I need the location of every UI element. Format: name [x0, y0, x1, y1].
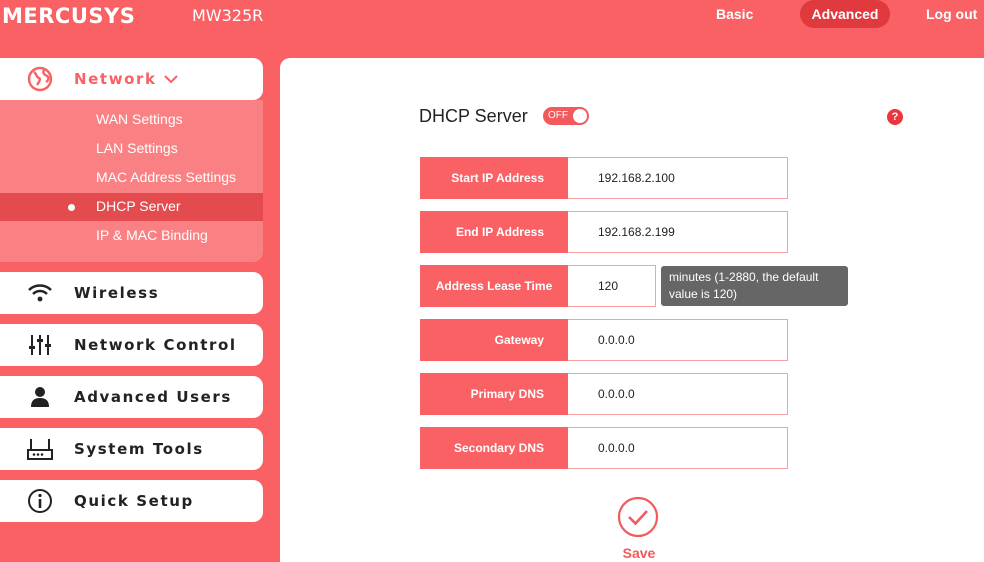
nav-basic[interactable]: Basic	[716, 0, 753, 28]
lease-time-input[interactable]	[568, 265, 656, 307]
toggle-knob	[573, 109, 587, 123]
submenu-lan-settings[interactable]: LAN Settings	[96, 140, 178, 156]
info-icon	[26, 489, 54, 513]
chevron-down-icon	[164, 71, 178, 89]
nav-advanced[interactable]: Advanced	[800, 0, 890, 28]
sidebar-item-label: Quick Setup	[74, 492, 194, 510]
secondary-dns-input[interactable]	[568, 427, 788, 469]
sidebar-item-label: Wireless	[74, 284, 160, 302]
toggle-text: OFF	[548, 110, 568, 121]
sliders-icon	[26, 333, 54, 357]
sidebar-item-quick-setup[interactable]: Quick Setup	[0, 480, 263, 522]
submenu-dhcp-server[interactable]: DHCP Server	[96, 198, 181, 214]
content-panel	[280, 58, 984, 562]
globe-icon	[26, 66, 54, 92]
gateway-row: Gateway	[420, 319, 788, 361]
sidebar-item-label: Network	[74, 70, 157, 88]
nav-logout[interactable]: Log out	[926, 0, 977, 28]
secondary-dns-row: Secondary DNS	[420, 427, 788, 469]
primary-dns-input[interactable]	[568, 373, 788, 415]
save-button[interactable]	[617, 496, 659, 538]
active-dot-icon	[68, 204, 75, 211]
sidebar-item-label: Network Control	[74, 336, 237, 354]
checkmark-circle-icon	[617, 496, 659, 538]
router-icon	[26, 437, 54, 461]
dhcp-toggle[interactable]: OFF	[543, 107, 589, 125]
sidebar-item-advanced-users[interactable]: Advanced Users	[0, 376, 263, 418]
page-title: DHCP Server	[419, 106, 528, 126]
brand-logo: MERCUSYS	[2, 4, 136, 28]
end-ip-label: End IP Address	[420, 211, 568, 253]
sidebar-item-label: System Tools	[74, 440, 204, 458]
sidebar-item-network[interactable]: Network	[0, 58, 263, 100]
lease-time-hint: minutes (1-2880, the default value is 12…	[661, 266, 848, 306]
start-ip-input[interactable]	[568, 157, 788, 199]
model-name: MW325R	[192, 6, 264, 25]
sidebar-item-system-tools[interactable]: System Tools	[0, 428, 263, 470]
sidebar-item-network-control[interactable]: Network Control	[0, 324, 263, 366]
gateway-label: Gateway	[420, 319, 568, 361]
end-ip-input[interactable]	[568, 211, 788, 253]
lease-time-label: Address Lease Time	[420, 265, 568, 307]
help-icon[interactable]: ?	[887, 109, 903, 125]
secondary-dns-label: Secondary DNS	[420, 427, 568, 469]
save-label[interactable]: Save	[618, 545, 660, 561]
end-ip-row: End IP Address	[420, 211, 788, 253]
submenu-ip-mac-binding[interactable]: IP & MAC Binding	[96, 227, 208, 243]
primary-dns-row: Primary DNS	[420, 373, 788, 415]
submenu-mac-address-settings[interactable]: MAC Address Settings	[96, 169, 236, 185]
wifi-icon	[26, 281, 54, 305]
sidebar-item-label: Advanced Users	[74, 388, 232, 406]
user-icon	[26, 385, 54, 409]
start-ip-row: Start IP Address	[420, 157, 788, 199]
primary-dns-label: Primary DNS	[420, 373, 568, 415]
submenu-wan-settings[interactable]: WAN Settings	[96, 111, 183, 127]
gateway-input[interactable]	[568, 319, 788, 361]
start-ip-label: Start IP Address	[420, 157, 568, 199]
sidebar-item-wireless[interactable]: Wireless	[0, 272, 263, 314]
